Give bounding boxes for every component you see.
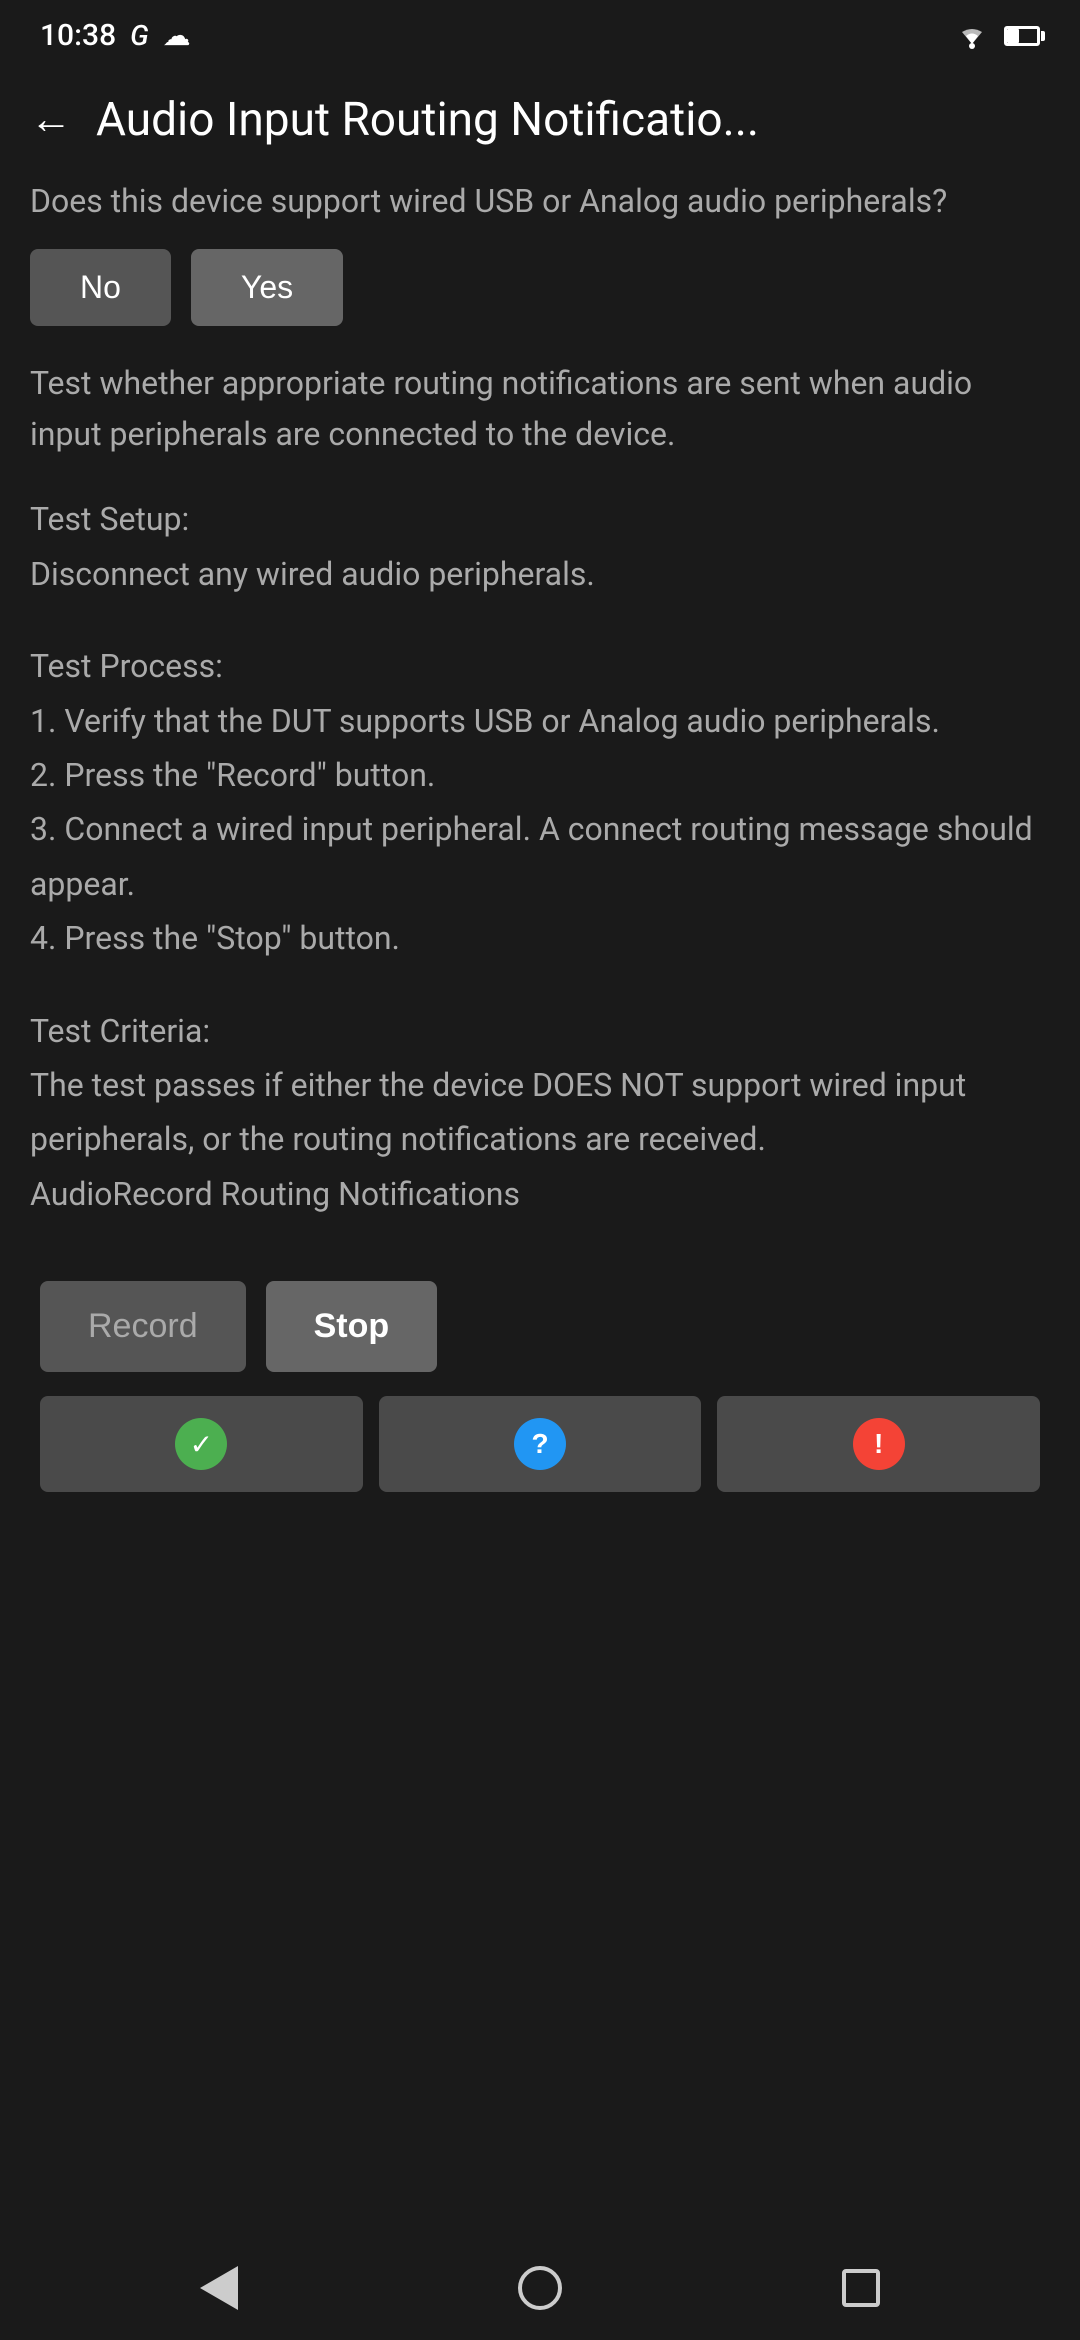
- record-button[interactable]: Record: [40, 1281, 246, 1372]
- battery-icon: [1004, 26, 1040, 46]
- home-nav-button[interactable]: [518, 2266, 562, 2310]
- header: ← Audio Input Routing Notificatio...: [0, 63, 1080, 167]
- test-process-section: Test Process: 1. Verify that the DUT sup…: [30, 639, 1050, 965]
- fail-button[interactable]: !: [717, 1396, 1040, 1492]
- status-left: 10:38 G ☁: [40, 18, 191, 53]
- test-criteria-section: Test Criteria: The test passes if either…: [30, 1004, 1050, 1222]
- action-buttons: Record Stop: [30, 1281, 1050, 1372]
- page-title: Audio Input Routing Notificatio...: [96, 93, 759, 147]
- test-process-step2: 2. Press the "Record" button.: [30, 756, 435, 794]
- pass-button[interactable]: ✓: [40, 1396, 363, 1492]
- nav-bar: [0, 2236, 1080, 2340]
- stop-button[interactable]: Stop: [266, 1281, 438, 1372]
- pass-icon: ✓: [175, 1418, 227, 1470]
- content-area: Does this device support wired USB or An…: [0, 167, 1080, 2340]
- cloud-icon: ☁: [163, 19, 191, 52]
- question-text: Does this device support wired USB or An…: [30, 177, 1050, 225]
- test-criteria-name: AudioRecord Routing Notifications: [30, 1175, 520, 1213]
- no-button[interactable]: No: [30, 249, 171, 326]
- test-process-title: Test Process:: [30, 647, 223, 685]
- description-text: Test whether appropriate routing notific…: [30, 358, 1050, 460]
- status-right: [954, 22, 1040, 50]
- test-process-step4: 4. Press the "Stop" button.: [30, 919, 400, 957]
- test-setup-section: Test Setup: Disconnect any wired audio p…: [30, 492, 1050, 601]
- recents-nav-icon: [842, 2269, 880, 2307]
- result-buttons: ✓ ? !: [30, 1396, 1050, 1492]
- test-setup-title: Test Setup:: [30, 500, 189, 538]
- fail-icon: !: [853, 1418, 905, 1470]
- back-button[interactable]: ←: [30, 99, 72, 141]
- back-nav-button[interactable]: [200, 2266, 238, 2310]
- google-icon: G: [130, 19, 149, 52]
- back-nav-icon: [200, 2266, 238, 2310]
- recents-nav-button[interactable]: [842, 2269, 880, 2307]
- test-process-step3: 3. Connect a wired input peripheral. A c…: [30, 810, 1033, 902]
- test-setup-body: Disconnect any wired audio peripherals.: [30, 555, 595, 593]
- wifi-icon: [954, 22, 990, 50]
- test-criteria-title: Test Criteria:: [30, 1012, 210, 1050]
- question-icon: ?: [514, 1418, 566, 1470]
- question-button[interactable]: ?: [379, 1396, 702, 1492]
- test-process-step1: 1. Verify that the DUT supports USB or A…: [30, 702, 940, 740]
- status-bar: 10:38 G ☁: [0, 0, 1080, 63]
- yes-button[interactable]: Yes: [191, 249, 343, 326]
- test-criteria-body: The test passes if either the device DOE…: [30, 1066, 966, 1158]
- yes-no-buttons: No Yes: [30, 249, 1050, 326]
- time-display: 10:38: [40, 18, 116, 53]
- home-nav-icon: [518, 2266, 562, 2310]
